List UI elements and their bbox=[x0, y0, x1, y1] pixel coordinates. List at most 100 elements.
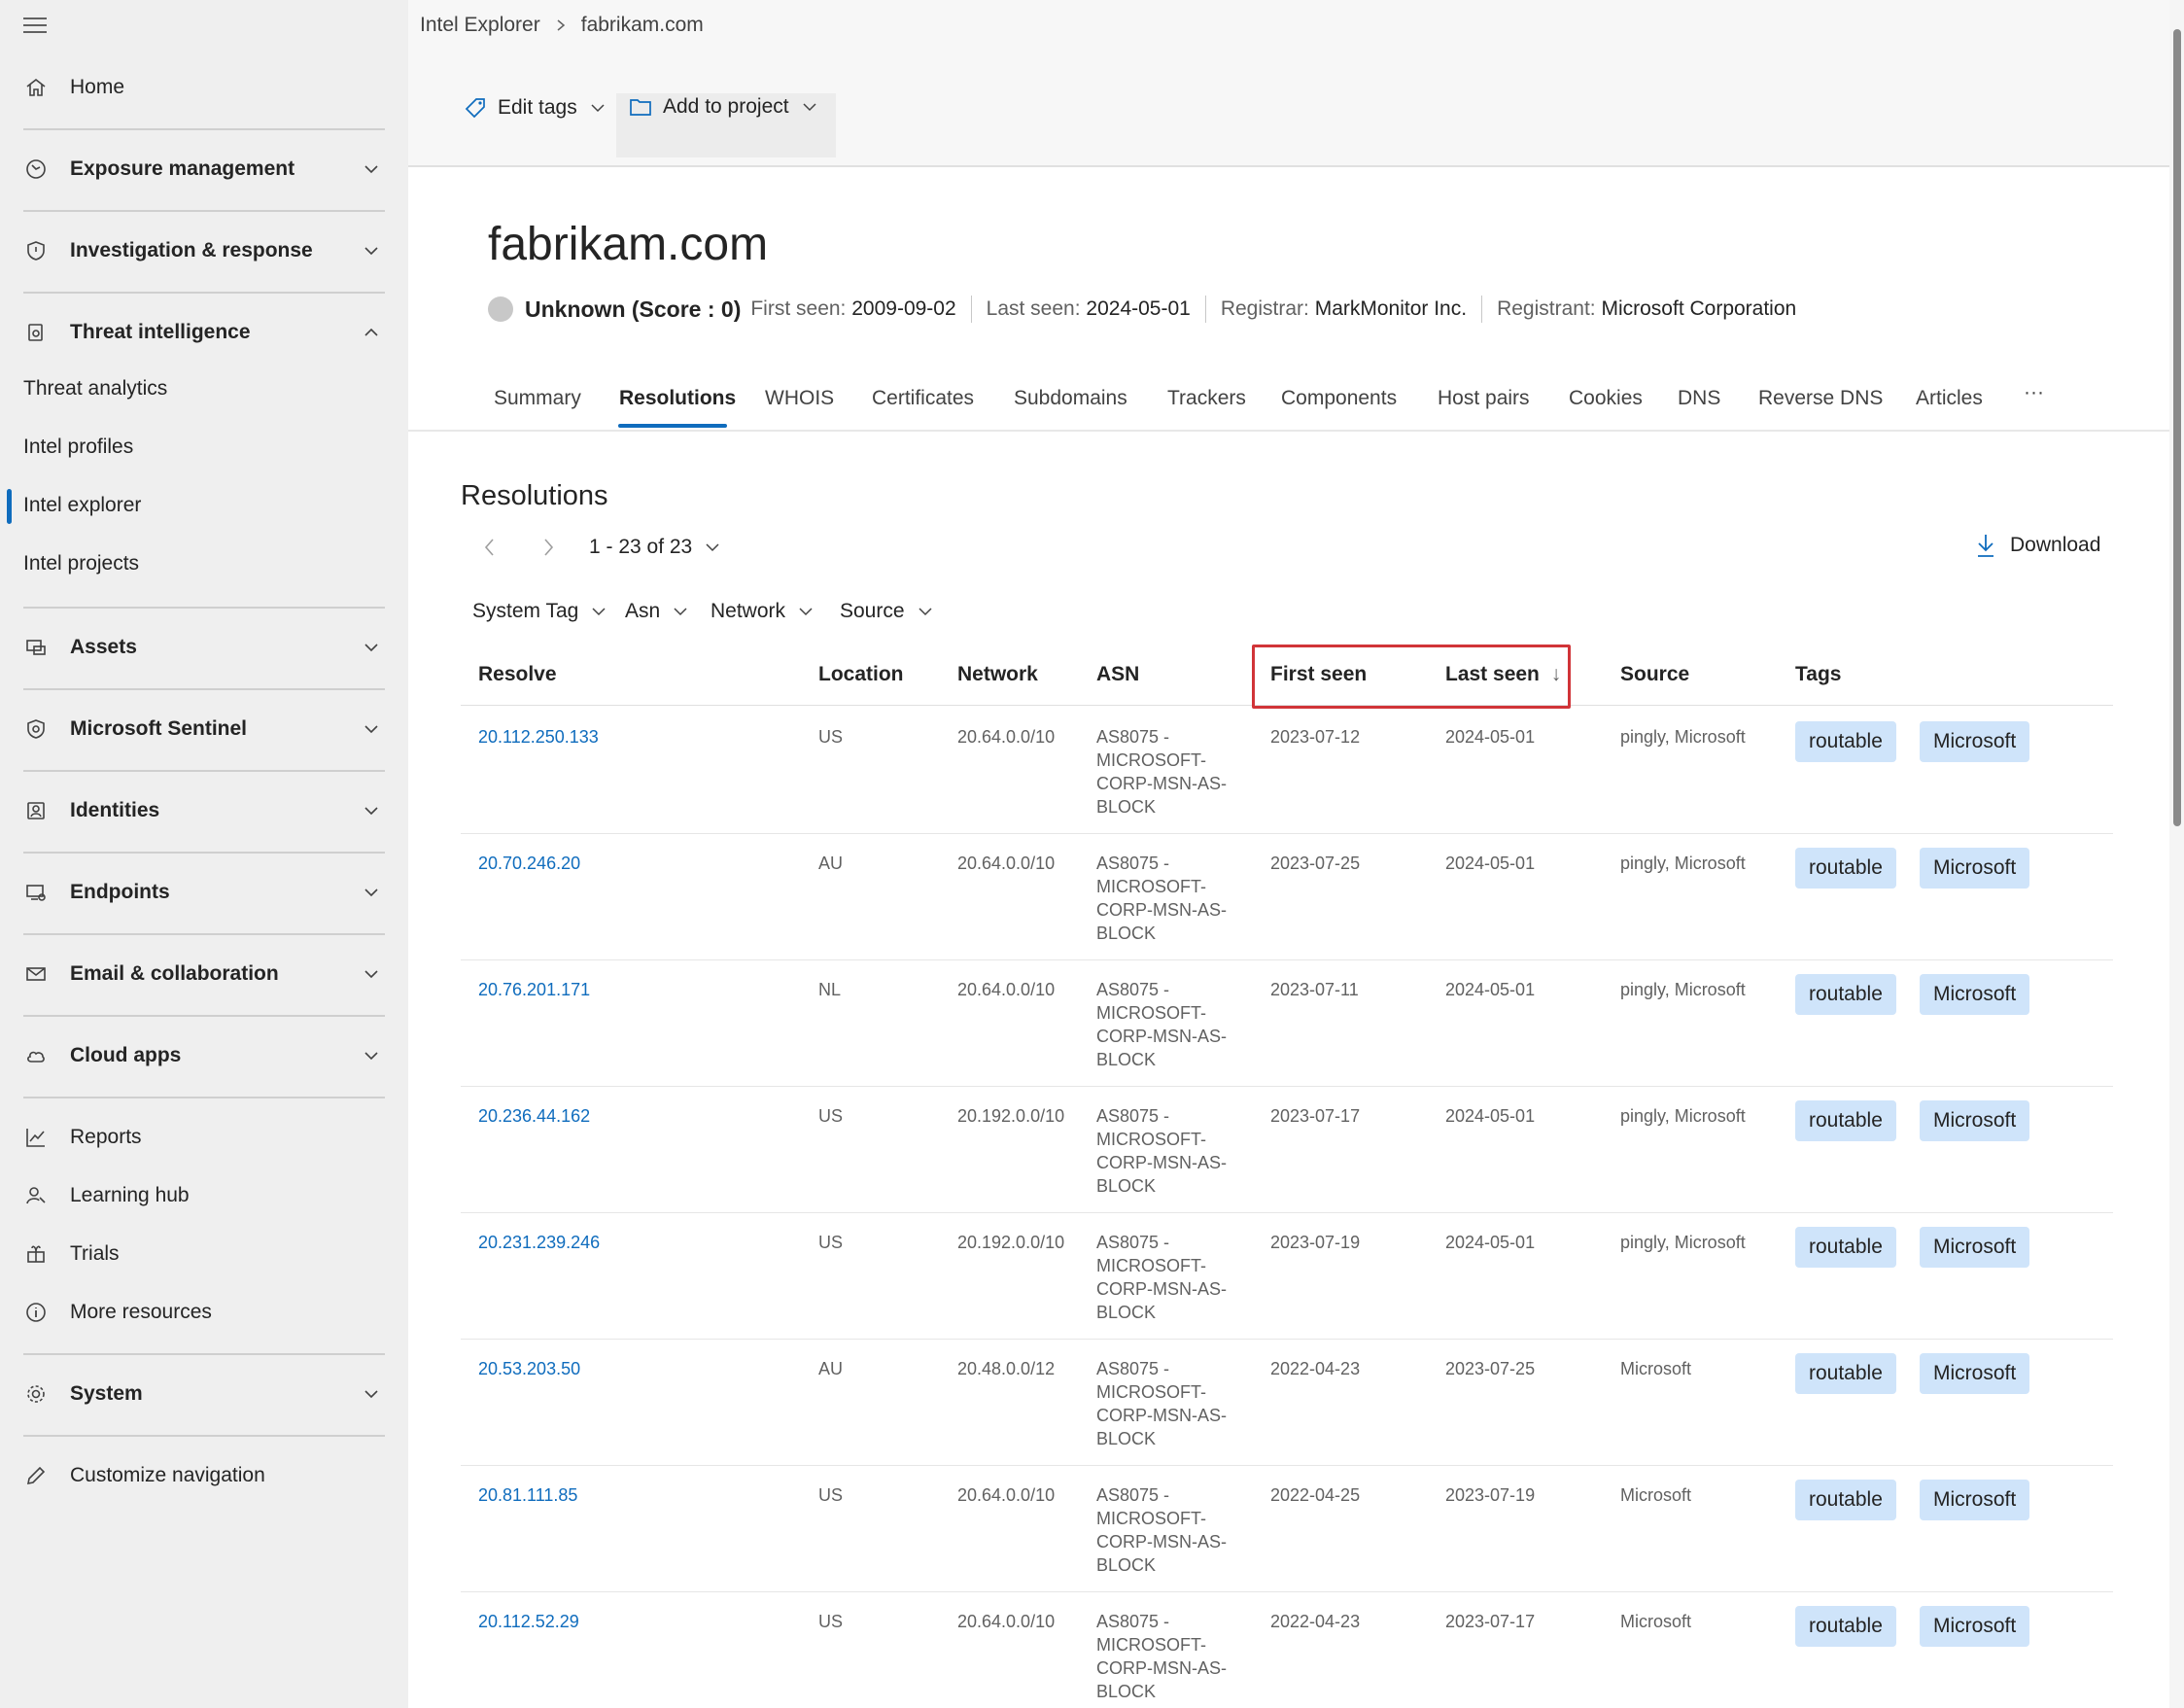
table-row[interactable]: 20.81.111.85 US 20.64.0.0/10 AS8075 - MICRO… bbox=[461, 1466, 2113, 1592]
tab-dns[interactable]: DNS bbox=[1678, 387, 1720, 410]
tag-badge[interactable]: routable bbox=[1795, 1353, 1896, 1394]
breadcrumb-root[interactable]: Intel Explorer bbox=[420, 14, 540, 37]
tag-badge[interactable]: Microsoft bbox=[1920, 974, 2030, 1015]
table-row[interactable]: 20.112.52.29 US 20.64.0.0/10 AS8075 - MICRO… bbox=[461, 1592, 2113, 1708]
more-tabs-button[interactable]: ··· bbox=[2024, 381, 2044, 404]
table-row[interactable]: 20.112.250.133 US 20.64.0.0/10 AS8075 - MIC… bbox=[461, 708, 2113, 834]
nav-item-cloud-apps[interactable]: Cloud apps bbox=[0, 1040, 408, 1071]
resolve-link[interactable]: 20.53.203.50 bbox=[478, 1357, 580, 1380]
column-header-tags[interactable]: Tags bbox=[1795, 663, 1841, 686]
resolve-link[interactable]: 20.70.246.20 bbox=[478, 852, 580, 875]
tab-subdomains[interactable]: Subdomains bbox=[1014, 387, 1127, 410]
edit-tags-button[interactable]: Edit tags bbox=[463, 95, 607, 121]
add-to-project-button[interactable]: Add to project bbox=[628, 95, 818, 119]
tab-reverse-dns[interactable]: Reverse DNS bbox=[1758, 387, 1883, 410]
column-header-network[interactable]: Network bbox=[957, 663, 1038, 686]
nav-item-investigation-response[interactable]: Investigation & response bbox=[0, 235, 408, 266]
tag-badge[interactable]: Microsoft bbox=[1920, 1100, 2030, 1141]
identities-icon bbox=[23, 798, 49, 823]
sidebar-divider bbox=[23, 688, 385, 690]
location-cell: US bbox=[818, 1485, 844, 1505]
location-cell: AU bbox=[818, 1359, 844, 1378]
nav-item-customize-navigation[interactable]: Customize navigation bbox=[0, 1460, 408, 1491]
table-row[interactable]: 20.236.44.162 US 20.192.0.0/10 AS8075 - MIC… bbox=[461, 1087, 2113, 1213]
nav-item-identities[interactable]: Identities bbox=[0, 795, 408, 826]
tag-badge[interactable]: routable bbox=[1795, 1606, 1896, 1647]
filter-system-tag[interactable]: System Tag bbox=[472, 600, 607, 623]
nav-item-email-collaboration[interactable]: Email & collaboration bbox=[0, 959, 408, 990]
next-page-button[interactable] bbox=[538, 536, 558, 559]
resolve-link[interactable]: 20.231.239.246 bbox=[478, 1231, 600, 1254]
tag-badge[interactable]: routable bbox=[1795, 974, 1896, 1015]
tab-summary[interactable]: Summary bbox=[494, 387, 581, 410]
download-button[interactable]: Download bbox=[1975, 533, 2100, 558]
column-header-resolve[interactable]: Resolve bbox=[478, 663, 557, 686]
tag-badge[interactable]: Microsoft bbox=[1920, 721, 2030, 762]
nav-item-system[interactable]: System bbox=[0, 1378, 408, 1410]
tab-whois[interactable]: WHOIS bbox=[765, 387, 834, 410]
nav-item-more-resources[interactable]: More resources bbox=[0, 1297, 408, 1328]
column-header-location[interactable]: Location bbox=[818, 663, 904, 686]
filter-asn[interactable]: Asn bbox=[625, 600, 689, 623]
tag-badge[interactable]: Microsoft bbox=[1920, 1353, 2030, 1394]
tab-resolutions[interactable]: Resolutions bbox=[619, 387, 736, 410]
tag-badge[interactable]: routable bbox=[1795, 1100, 1896, 1141]
resolve-link[interactable]: 20.81.111.85 bbox=[478, 1483, 577, 1507]
tab-articles[interactable]: Articles bbox=[1916, 387, 1983, 410]
nav-item-microsoft-sentinel[interactable]: Microsoft Sentinel bbox=[0, 714, 408, 745]
first-seen-cell: 2023-07-25 bbox=[1270, 854, 1361, 873]
resolve-link[interactable]: 20.112.52.29 bbox=[478, 1610, 579, 1633]
tab-certificates[interactable]: Certificates bbox=[872, 387, 974, 410]
tag-badge[interactable]: routable bbox=[1795, 721, 1896, 762]
resolve-link[interactable]: 20.236.44.162 bbox=[478, 1104, 590, 1128]
filter-network[interactable]: Network bbox=[711, 600, 815, 623]
tab-trackers[interactable]: Trackers bbox=[1167, 387, 1246, 410]
nav-item-reports[interactable]: Reports bbox=[0, 1122, 408, 1153]
nav-item-endpoints[interactable]: Endpoints bbox=[0, 877, 408, 908]
tag-badge[interactable]: routable bbox=[1795, 1480, 1896, 1520]
gear-icon bbox=[23, 1381, 49, 1407]
tag-badge[interactable]: Microsoft bbox=[1920, 1606, 2030, 1647]
breadcrumb: Intel Explorer fabrikam.com bbox=[420, 14, 704, 37]
tag-badge[interactable]: Microsoft bbox=[1920, 1227, 2030, 1268]
hamburger-menu-icon[interactable] bbox=[23, 17, 47, 37]
tag-badge[interactable]: routable bbox=[1795, 1227, 1896, 1268]
resolve-link[interactable]: 20.76.201.171 bbox=[478, 978, 590, 1001]
sidebar-sub-intel-projects[interactable]: Intel projects bbox=[23, 552, 139, 575]
table-row[interactable]: 20.231.239.246 US 20.192.0.0/10 AS8075 - MI… bbox=[461, 1213, 2113, 1340]
tab-cookies[interactable]: Cookies bbox=[1569, 387, 1643, 410]
tab-components[interactable]: Components bbox=[1281, 387, 1397, 410]
chevron-down-icon bbox=[362, 241, 381, 261]
tag-badge[interactable]: Microsoft bbox=[1920, 1480, 2030, 1520]
tab-host-pairs[interactable]: Host pairs bbox=[1438, 387, 1530, 410]
nav-item-threat-intelligence[interactable]: Threat intelligence bbox=[0, 317, 408, 348]
sidebar-sub-intel-profiles[interactable]: Intel profiles bbox=[23, 436, 133, 459]
table-row[interactable]: 20.70.246.20 AU 20.64.0.0/10 AS8075 - MICRO… bbox=[461, 834, 2113, 960]
chevron-down-icon bbox=[797, 603, 815, 620]
location-cell: AU bbox=[818, 854, 844, 873]
nav-item-trials[interactable]: Trials bbox=[0, 1238, 408, 1270]
sidebar-sub-threat-analytics[interactable]: Threat analytics bbox=[23, 377, 167, 401]
asn-cell: AS8075 - MICROSOFT- CORP-MSN-AS- BLOCK bbox=[1096, 1233, 1227, 1322]
page-size-dropdown[interactable]: 1 - 23 of 23 bbox=[589, 536, 721, 559]
nav-item-assets[interactable]: Assets bbox=[0, 632, 408, 663]
column-header-source[interactable]: Source bbox=[1620, 663, 1689, 686]
source-cell: Microsoft bbox=[1620, 1612, 1692, 1631]
table-row[interactable]: 20.53.203.50 AU 20.48.0.0/12 AS8075 - MICRO… bbox=[461, 1340, 2113, 1466]
location-cell: US bbox=[818, 1233, 844, 1252]
nav-item-exposure-management[interactable]: Exposure management bbox=[0, 154, 408, 185]
nav-item-learning-hub[interactable]: Learning hub bbox=[0, 1180, 408, 1211]
exposure-icon bbox=[23, 157, 49, 182]
column-header-asn[interactable]: ASN bbox=[1096, 663, 1139, 686]
assets-icon bbox=[23, 635, 49, 660]
filter-source[interactable]: Source bbox=[840, 600, 934, 623]
sidebar-sub-intel-explorer[interactable]: Intel explorer bbox=[23, 494, 141, 517]
scrollbar-thumb[interactable] bbox=[2173, 29, 2181, 826]
tag-badge[interactable]: Microsoft bbox=[1920, 848, 2030, 889]
resolve-link[interactable]: 20.112.250.133 bbox=[478, 725, 599, 749]
tag-badge[interactable]: routable bbox=[1795, 848, 1896, 889]
table-row[interactable]: 20.76.201.171 NL 20.64.0.0/10 AS8075 - MICR… bbox=[461, 960, 2113, 1087]
prev-page-button[interactable] bbox=[480, 536, 500, 559]
nav-item-label: Customize navigation bbox=[70, 1464, 265, 1486]
nav-item-home[interactable]: Home bbox=[0, 72, 408, 103]
